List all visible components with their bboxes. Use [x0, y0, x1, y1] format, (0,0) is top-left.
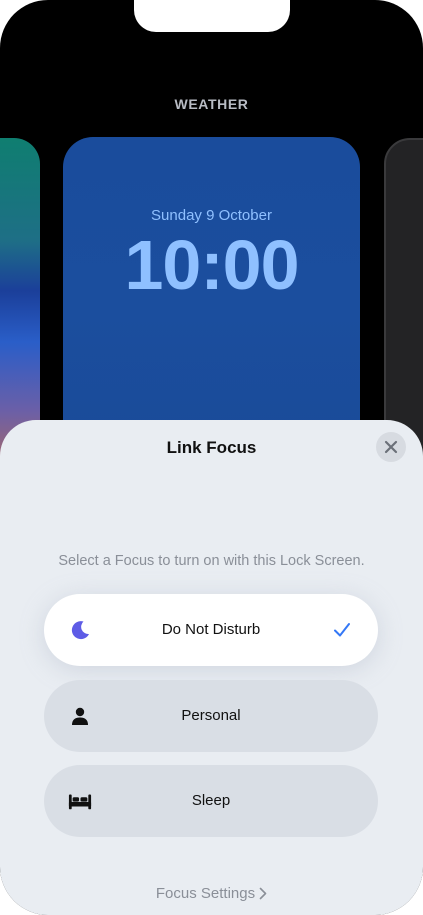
focus-settings-label: Focus Settings [155, 885, 256, 902]
phone-screen: WEATHER Sunday 9 October 10:00 Link Focu… [0, 0, 423, 915]
focus-option-sleep[interactable]: Sleep [44, 765, 378, 837]
notch [134, 0, 290, 32]
checkmark-icon [334, 623, 350, 637]
focus-settings-link[interactable]: Focus Settings [0, 885, 423, 904]
lock-screen-time: 10:00 [124, 226, 299, 304]
focus-option-label: Personal [181, 707, 241, 724]
close-button[interactable] [376, 432, 406, 462]
sheet-subtitle: Select a Focus to turn on with this Lock… [58, 553, 365, 569]
lock-screen-date: Sunday 9 October [151, 207, 272, 224]
focus-option-personal[interactable]: Personal [44, 680, 378, 752]
focus-option-do-not-disturb[interactable]: Do Not Disturb [44, 594, 378, 666]
sheet-title: Link Focus [166, 438, 257, 457]
wallpaper-type-label: WEATHER [174, 96, 249, 112]
chevron-right-icon [259, 887, 267, 904]
focus-option-label: Do Not Disturb [161, 621, 261, 638]
link-focus-sheet: Link Focus Select a Focus to turn on wit… [0, 420, 423, 915]
focus-option-label: Sleep [191, 792, 231, 809]
close-icon [384, 440, 398, 454]
